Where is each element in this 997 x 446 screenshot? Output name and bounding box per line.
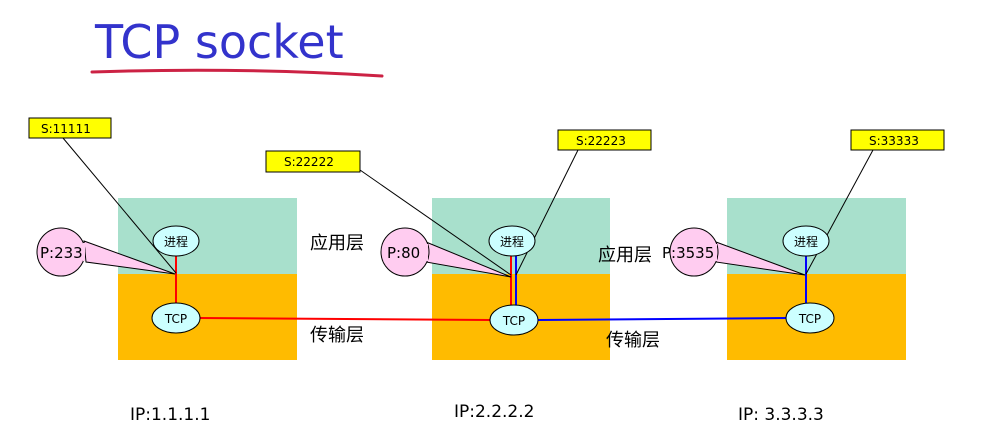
host2-ip-label: IP:2.2.2.2: [454, 402, 534, 422]
host1-ip-label: IP:1.1.1.1: [130, 405, 210, 425]
host3-process-node: 进程: [782, 225, 830, 257]
host2-process-label: 进程: [500, 234, 524, 249]
host2-socket-tag-b: S:22223: [557, 129, 652, 151]
host3-process-label: 进程: [794, 234, 818, 249]
title-underline: [90, 68, 384, 78]
tcp-socket-diagram: TCP socket P:233 P:80 P:3535 S:11111 S:2…: [28, 15, 945, 425]
host2-socket-label-b: S:22223: [576, 134, 626, 148]
host1-port-label: P:233: [40, 244, 83, 262]
host3-ip-label: IP: 3.3.3.3: [738, 405, 824, 425]
app-layer-label-1: 应用层: [310, 233, 364, 254]
host1-process-label: 进程: [164, 234, 188, 249]
host3-socket-label: S:33333: [869, 134, 919, 148]
host1-process-node: 进程: [152, 225, 200, 257]
transport-layer-label-1: 传输层: [310, 325, 364, 346]
host1-socket-tag: S:11111: [28, 117, 112, 139]
host2-tcp-node: TCP: [489, 304, 539, 336]
transport-layer-label-2: 传输层: [606, 330, 660, 351]
host2-port-label: P:80: [387, 244, 420, 262]
host3-socket-tag: S:33333: [850, 129, 945, 151]
host3-tcp-label: TCP: [798, 312, 821, 326]
page-title: TCP socket: [94, 15, 344, 69]
host3-port-label: P:3535: [662, 244, 714, 262]
host1-tcp-label: TCP: [164, 312, 187, 326]
host1-transport-layer: [118, 274, 297, 360]
host2-socket-tag-a: S:22222: [265, 150, 361, 173]
app-layer-label-2: 应用层: [598, 245, 652, 266]
host2-socket-label-a: S:22222: [284, 155, 334, 169]
host3-tcp-node: TCP: [785, 302, 835, 334]
host2-tcp-label: TCP: [502, 314, 525, 328]
host1-socket-label: S:11111: [41, 122, 91, 136]
host1-tcp-node: TCP: [151, 302, 201, 334]
host2-process-node: 进程: [488, 225, 536, 257]
